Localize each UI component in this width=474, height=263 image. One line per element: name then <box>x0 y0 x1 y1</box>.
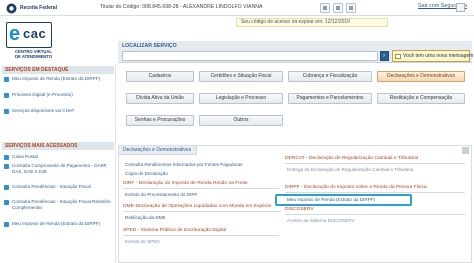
service-link[interactable]: Retificação da DME <box>125 215 166 221</box>
receita-federal-brand[interactable]: Receita Federal <box>6 2 57 14</box>
category-heading: DIRF - Declaração do Imposto de Renda Re… <box>123 181 248 186</box>
home-icon <box>323 6 327 10</box>
sidebar: SERVIÇOS EM DESTAQUE Meu Imposto de Rend… <box>0 64 116 263</box>
session-expiry: Seu código de acesso irá expirar em: 12/… <box>236 18 388 27</box>
sidebar-item-popular[interactable]: Caixa Postal <box>4 154 114 160</box>
tab-certidoes[interactable]: Certidões e Situação Fiscal <box>199 71 283 82</box>
account-holder: Titular do Código: 008.845.698-28 - ALEX… <box>100 4 263 10</box>
tab-legislacao[interactable]: Legislação e Processo <box>199 93 283 104</box>
service-bullet-icon <box>4 164 9 169</box>
service-link[interactable]: Consulta Rendimentos Informados por Font… <box>125 162 242 168</box>
logout-icon[interactable] <box>456 3 465 12</box>
service-bullet-icon <box>4 155 9 160</box>
category-divider <box>285 192 465 193</box>
tab-outros[interactable]: Outros <box>199 115 283 126</box>
popular-services-title: SERVIÇOS MAIS ACESSADOS <box>2 142 114 150</box>
tab-pagamentos[interactable]: Pagamentos e Parcelamentos <box>288 93 372 104</box>
sidebar-item-label: Meu Imposto de Renda (Extrato da DIRPF) <box>12 76 101 81</box>
home-button[interactable] <box>320 3 330 13</box>
category-divider <box>285 214 465 215</box>
ecac-subtitle-2: DE ATENDIMENTO <box>15 54 53 59</box>
service-link[interactable]: Extrato do Processamento da DIRF <box>125 192 198 198</box>
font-icon <box>336 6 340 10</box>
new-message-button[interactable]: Você tem uma nova mensagem <box>392 50 474 62</box>
new-message-label: Você tem uma nova mensagem <box>403 53 474 59</box>
search-label: LOCALIZAR SERVIÇO <box>122 43 177 49</box>
sidebar-item-label: Serviços disponíveis via CHAT <box>12 108 75 113</box>
service-link[interactable]: Extrato do SPED <box>125 239 160 245</box>
sidebar-item-popular[interactable]: Consulta Pendências - Situação Fiscal-Re… <box>4 199 114 210</box>
category-heading: DIRPF - Declaração do Imposto sobre a Re… <box>285 185 427 190</box>
tab-restituicao[interactable]: Restituição e Compensação <box>377 93 465 104</box>
contrast-icon <box>349 6 353 10</box>
sidebar-item-label: Consulta Comprovante de Pagamento - DARF… <box>12 163 108 174</box>
service-tabs: Cadastros Certidões e Situação Fiscal Co… <box>118 71 472 145</box>
tab-senhas[interactable]: Senhas e Procurações <box>126 115 194 126</box>
search-icon: › <box>383 53 385 59</box>
ecac-page: Receita Federal Titular do Código: 008.8… <box>0 0 474 263</box>
contrast-button[interactable] <box>346 3 356 13</box>
service-bullet-icon <box>4 200 9 205</box>
category-heading: DISCOSERV <box>285 207 314 212</box>
service-bullet-icon <box>4 222 9 227</box>
featured-services-title: SERVIÇOS EM DESTAQUE <box>2 66 114 74</box>
sidebar-item-popular[interactable]: Meu Imposto de Renda (Extrato da DIRPF) <box>4 221 114 227</box>
search-area: LOCALIZAR SERVIÇO › Você tem uma nova me… <box>118 41 474 63</box>
sidebar-item-featured[interactable]: Processo Digital (e-Processo) <box>4 92 114 98</box>
category-divider <box>123 188 279 189</box>
top-bar: Receita Federal Titular do Código: 008.8… <box>0 0 474 16</box>
sidebar-item-label: Processo Digital (e-Processo) <box>12 92 73 97</box>
tab-cadastros[interactable]: Cadastros <box>126 71 194 82</box>
service-link[interactable]: Acesso ao Sistema DISCOSERV <box>287 218 355 224</box>
ecac-logo[interactable]: e cac CENTRO VIRTUAL DE ATENDIMENTO <box>6 22 52 60</box>
service-bullet-icon <box>4 109 9 114</box>
service-link[interactable]: Cópia de Declaração <box>125 171 168 177</box>
service-link[interactable]: Entrega da Declaração de Regularização C… <box>287 167 413 173</box>
sidebar-item-popular[interactable]: Consulta Comprovante de Pagamento - DARF… <box>4 163 114 174</box>
sidebar-item-featured[interactable]: Serviços disponíveis via CHAT <box>4 108 114 114</box>
close-icon[interactable] <box>462 147 469 154</box>
envelope-icon <box>395 54 401 59</box>
category-heading: DME-Declaração de Operações Liquidadas c… <box>123 204 272 209</box>
category-heading: DERCAT - Declaração de Regularização Cam… <box>285 156 419 161</box>
category-heading: SPED - Sistema Público de Escrituração D… <box>123 228 227 233</box>
sidebar-item-label: Consulta Pendências - Situação Fiscal <box>12 184 91 189</box>
sidebar-item-featured[interactable]: Meu Imposto de Renda (Extrato da DIRPF) <box>4 76 114 82</box>
tab-divida-ativa[interactable]: Dívida Ativa da União <box>126 93 194 104</box>
sidebar-item-label: Consulta Pendências - Situação Fiscal-Re… <box>12 199 111 210</box>
sidebar-item-label: Meu Imposto de Renda (Extrato da DIRPF) <box>12 221 101 226</box>
ecac-logo-e: e <box>9 23 21 45</box>
header: e cac CENTRO VIRTUAL DE ATENDIMENTO Seu … <box>0 16 474 64</box>
category-divider <box>123 235 279 236</box>
ecac-logo-text: cac <box>23 26 47 41</box>
search-button[interactable]: › <box>380 51 389 61</box>
tab-cobranca[interactable]: Cobrança e Fiscalização <box>288 71 372 82</box>
category-divider <box>285 163 465 164</box>
search-input[interactable] <box>122 51 378 61</box>
selection-highlight <box>275 194 412 206</box>
font-size-button[interactable] <box>333 3 343 13</box>
service-bullet-icon <box>4 185 9 190</box>
category-divider <box>123 211 281 212</box>
tab-declaracoes[interactable]: Declarações e Demonstrativos <box>377 71 465 82</box>
brand-name: Receita Federal <box>20 5 57 11</box>
panel-tab[interactable]: Declarações e Demonstrativos <box>119 146 197 155</box>
sidebar-item-popular[interactable]: Consulta Pendências - Situação Fiscal <box>4 184 114 190</box>
sidebar-item-label: Caixa Postal <box>12 154 38 159</box>
service-bullet-icon <box>4 77 9 82</box>
service-bullet-icon <box>4 93 9 98</box>
receita-federal-logo-icon <box>6 3 17 14</box>
